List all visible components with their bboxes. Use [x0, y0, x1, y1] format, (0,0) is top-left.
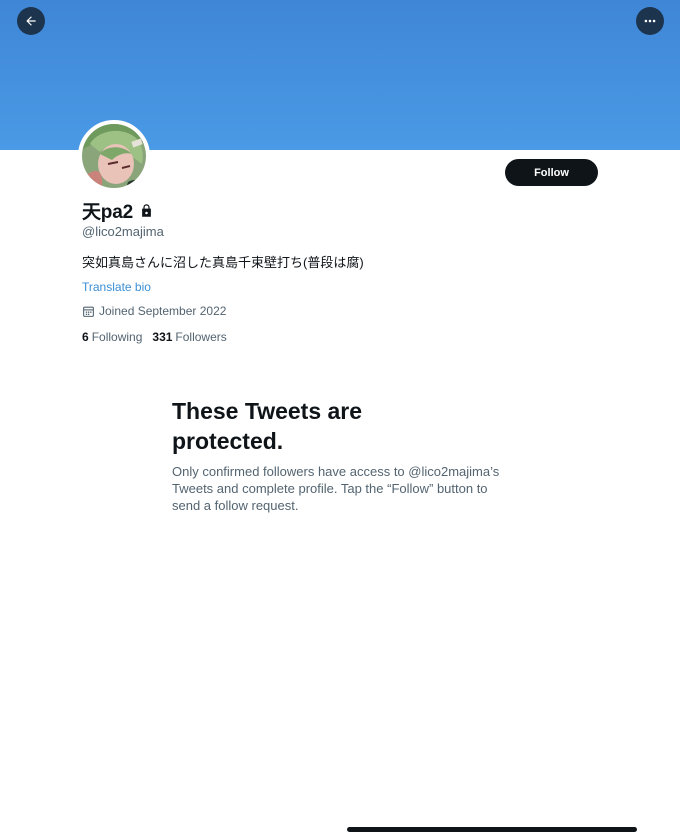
following-label: Following: [91, 330, 143, 344]
translate-bio-link[interactable]: Translate bio: [82, 280, 151, 294]
protected-title: These Tweets are protected.: [172, 398, 363, 454]
followers-count: 331: [152, 330, 173, 344]
calendar-icon: [82, 305, 95, 318]
protected-description: Only confirmed followers have access to …: [172, 464, 500, 513]
home-indicator[interactable]: [347, 827, 637, 832]
more-options-button[interactable]: [636, 7, 664, 35]
followers-label: Followers: [175, 330, 227, 344]
display-name: 天pa2: [82, 201, 133, 223]
more-horizontal-icon: [643, 14, 657, 28]
avatar[interactable]: [78, 120, 150, 192]
avatar-image: [82, 124, 146, 188]
followers-link[interactable]: 331 Followers: [152, 330, 226, 344]
joined-text: Joined September 2022: [99, 304, 227, 318]
joined-date: Joined September 2022: [82, 304, 226, 318]
arrow-left-icon: [24, 14, 38, 28]
display-name-row: 天pa2: [82, 198, 154, 223]
bio: 突如真島さんに沼した真島千束壁打ち(普段は腐): [82, 255, 364, 270]
follow-stats: 6 Following 331 Followers: [82, 330, 227, 344]
follow-button[interactable]: Follow: [505, 159, 598, 186]
handle: @lico2majima: [82, 224, 164, 239]
lock-icon: [139, 203, 154, 218]
following-count: 6: [82, 330, 89, 344]
following-link[interactable]: 6 Following: [82, 330, 142, 344]
back-button[interactable]: [17, 7, 45, 35]
